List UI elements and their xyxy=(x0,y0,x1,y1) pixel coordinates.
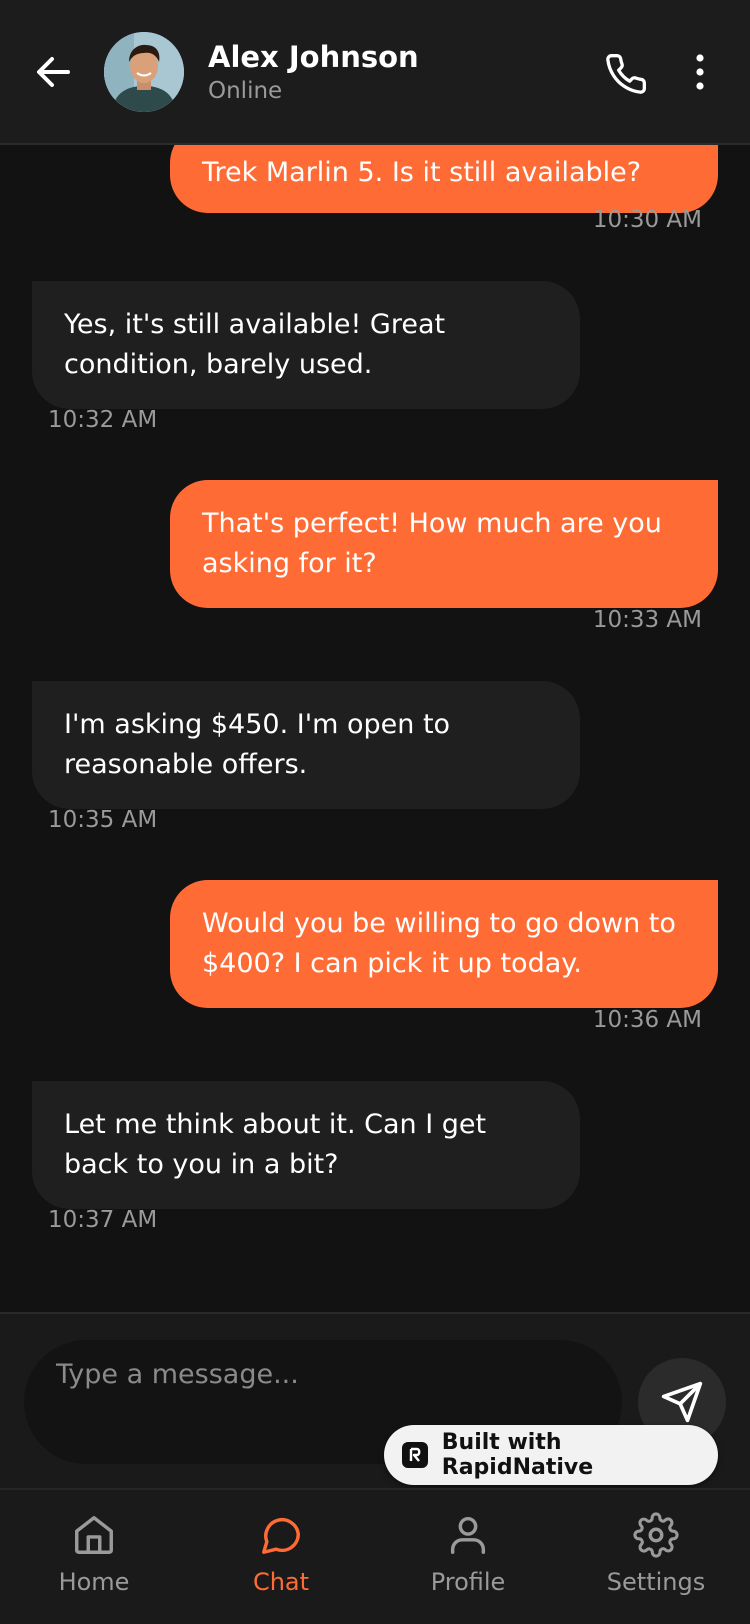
tab-label: Chat xyxy=(252,1568,310,1596)
message-bubble-received[interactable]: I'm asking $450. I'm open to reasonable … xyxy=(32,681,580,809)
message-text: Trek Marlin 5. Is it still available? xyxy=(202,157,642,188)
message-text: That's perfect! How much are you asking … xyxy=(202,508,662,579)
chat-header: Alex Johnson Online xyxy=(0,0,750,145)
settings-icon xyxy=(633,1512,679,1558)
contact-status: Online xyxy=(208,78,283,104)
arrow-left-icon xyxy=(37,57,70,87)
more-options-button[interactable] xyxy=(682,52,718,92)
message-text: Let me think about it. Can I get back to… xyxy=(64,1109,487,1180)
tab-label: Settings xyxy=(606,1568,706,1596)
message-text: I'm asking $450. I'm open to reasonable … xyxy=(64,709,451,780)
profile-icon xyxy=(450,1516,486,1554)
message-text: Yes, it's still available! Great conditi… xyxy=(64,309,446,380)
message-time: 10:33 AM xyxy=(592,607,702,633)
chat-screen: Alex Johnson Online Trek Marlin 5. Is it… xyxy=(0,0,750,1624)
call-button[interactable] xyxy=(604,52,648,96)
chat-icon xyxy=(262,1518,300,1554)
message-list[interactable]: Trek Marlin 5. Is it still available? 10… xyxy=(0,145,750,1312)
badge-label: Built with RapidNative xyxy=(441,1430,594,1480)
message-time: 10:36 AM xyxy=(592,1007,702,1033)
tab-label: Home xyxy=(58,1568,130,1596)
message-bubble-sent[interactable]: That's perfect! How much are you asking … xyxy=(170,480,718,608)
avatar-photo xyxy=(104,32,184,112)
message-time: 10:30 AM xyxy=(592,207,702,233)
message-time: 10:35 AM xyxy=(48,807,158,833)
message-bubble-sent[interactable]: Would you be willing to go down to $400?… xyxy=(170,880,718,1008)
back-button[interactable] xyxy=(34,52,74,92)
built-with-badge[interactable]: Built with RapidNative xyxy=(384,1425,718,1485)
message-bubble-received[interactable]: Yes, it's still available! Great conditi… xyxy=(32,281,580,409)
message-text: Would you be willing to go down to $400?… xyxy=(202,908,676,979)
tab-label: Profile xyxy=(430,1568,506,1596)
avatar[interactable] xyxy=(104,32,184,112)
tab-settings[interactable]: Settings xyxy=(586,1512,726,1612)
message-time: 10:32 AM xyxy=(48,407,158,433)
phone-icon xyxy=(606,54,646,94)
more-vertical-icon xyxy=(696,54,704,90)
message-time: 10:37 AM xyxy=(48,1207,158,1233)
bottom-tab-bar: Home Chat Profile Settings xyxy=(0,1488,750,1624)
tab-chat[interactable]: Chat xyxy=(211,1512,351,1612)
rapidnative-logo-icon xyxy=(402,1442,428,1468)
message-bubble-sent[interactable]: Trek Marlin 5. Is it still available? xyxy=(170,145,718,213)
message-bubble-received[interactable]: Let me think about it. Can I get back to… xyxy=(32,1081,580,1209)
tab-profile[interactable]: Profile xyxy=(398,1512,538,1612)
tab-home[interactable]: Home xyxy=(24,1512,164,1612)
home-icon xyxy=(75,1516,113,1554)
contact-name: Alex Johnson xyxy=(208,40,419,74)
send-icon xyxy=(661,1381,703,1423)
